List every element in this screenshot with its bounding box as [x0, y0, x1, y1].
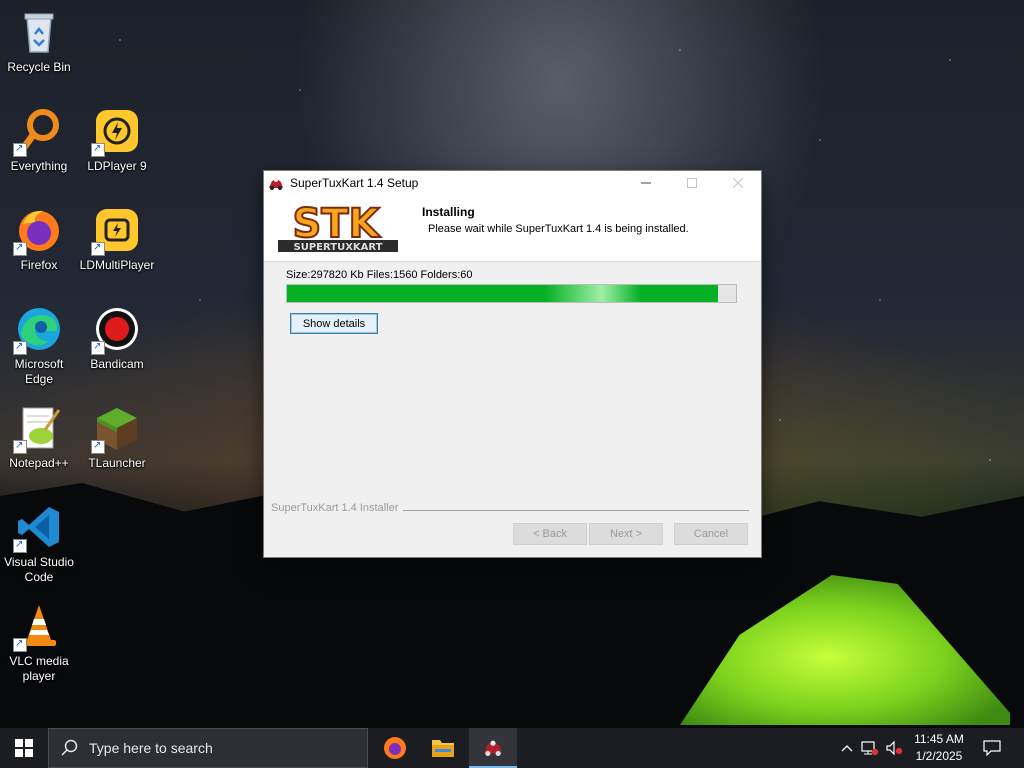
firefox-icon — [384, 737, 406, 759]
desktop-icon-label: Recycle Bin — [7, 60, 71, 74]
supertuxkart-app-icon — [269, 178, 283, 190]
maximize-icon — [687, 178, 697, 188]
network-status-button[interactable] — [859, 728, 881, 768]
install-status-text: Size:297820 Kb Files:1560 Folders:60 — [286, 269, 473, 281]
desktop-icon-vlc[interactable]: VLC media player — [0, 602, 78, 684]
desktop-icon-label: LDPlayer 9 — [87, 159, 147, 173]
firefox-icon — [13, 206, 63, 256]
maximize-button[interactable] — [669, 171, 715, 195]
desktop-icon-label: Bandicam — [90, 357, 144, 371]
clock-time: 11:45 AM — [914, 732, 964, 746]
edge-icon — [13, 305, 63, 355]
installer-window: SuperTuxKart 1.4 Setup STK SUPERTUXKART … — [263, 170, 762, 558]
notifications-button[interactable] — [978, 728, 1006, 768]
everything-magnifier-icon — [13, 107, 63, 157]
cancel-button[interactable]: Cancel — [674, 523, 748, 545]
vlc-cone-icon — [13, 602, 63, 652]
taskbar-firefox[interactable] — [371, 728, 419, 768]
progress-fill — [287, 285, 719, 302]
minimize-icon — [641, 182, 651, 184]
close-button[interactable] — [715, 171, 761, 195]
page-subtitle: Please wait while SuperTuxKart 1.4 is be… — [428, 223, 689, 235]
page-title: Installing — [422, 205, 475, 219]
ldplayer-icon — [91, 107, 141, 157]
desktop-icon-label: Notepad++ — [9, 456, 69, 470]
desktop-icon-notepadpp[interactable]: Notepad++ — [0, 404, 78, 471]
recycle-bin-icon — [15, 8, 63, 56]
search-icon — [61, 739, 78, 756]
desktop-icon-label: TLauncher — [88, 456, 146, 470]
shortcut-arrow-icon — [91, 438, 105, 454]
volume-button[interactable] — [883, 728, 905, 768]
install-progress-bar — [286, 284, 737, 303]
taskbar: Type here to search 11:45 AM 1/2/2025 — [0, 728, 1024, 768]
shortcut-arrow-icon — [13, 339, 27, 355]
tlauncher-grass-block-icon — [91, 404, 141, 454]
window-title: SuperTuxKart 1.4 Setup — [290, 176, 419, 190]
shortcut-arrow-icon — [13, 240, 27, 256]
desktop-icon-bandicam[interactable]: Bandicam — [78, 305, 156, 372]
minimize-button[interactable] — [623, 171, 669, 195]
desktop-icon-label: LDMultiPlayer — [79, 258, 155, 272]
show-hidden-icons-button[interactable] — [837, 728, 857, 768]
supertuxkart-app-icon — [484, 740, 502, 756]
vscode-icon — [13, 503, 63, 553]
folder-icon — [432, 740, 454, 757]
shortcut-arrow-icon — [91, 141, 105, 157]
desktop-icon-label: VLC media player — [9, 654, 69, 683]
back-button[interactable]: < Back — [513, 523, 587, 545]
divider — [403, 510, 749, 511]
shortcut-arrow-icon — [13, 438, 27, 454]
taskbar-search-box[interactable]: Type here to search — [48, 728, 368, 768]
shortcut-arrow-icon — [91, 240, 105, 256]
show-details-button[interactable]: Show details — [290, 313, 378, 334]
desktop-icon-vscode[interactable]: Visual Studio Code — [0, 503, 78, 585]
shortcut-arrow-icon — [91, 339, 105, 355]
desktop-icon-tlauncher[interactable]: TLauncher — [78, 404, 156, 471]
windows-logo-icon — [15, 739, 33, 757]
ldmultiplayer-icon — [91, 206, 141, 256]
notification-icon — [983, 740, 1001, 756]
taskbar-file-explorer[interactable] — [419, 728, 467, 768]
desktop-icon-label: Microsoft Edge — [14, 357, 64, 386]
title-bar[interactable]: SuperTuxKart 1.4 Setup — [264, 171, 761, 195]
shortcut-arrow-icon — [13, 537, 27, 553]
desktop-icon-edge[interactable]: Microsoft Edge — [0, 305, 78, 387]
shortcut-arrow-icon — [13, 636, 27, 652]
desktop-icon-ldmultiplayer[interactable]: LDMultiPlayer — [78, 206, 156, 273]
desktop-icon-everything[interactable]: Everything — [0, 107, 78, 174]
installer-header: STK SUPERTUXKART Installing Please wait … — [264, 195, 761, 262]
taskbar-clock[interactable]: 11:45 AM 1/2/2025 — [905, 731, 973, 765]
notepadpp-icon — [13, 404, 63, 454]
desktop-icon-recycle-bin[interactable]: Recycle Bin — [0, 8, 78, 75]
taskbar-supertuxkart-setup[interactable] — [469, 728, 517, 768]
start-button[interactable] — [0, 728, 48, 768]
close-icon — [733, 178, 743, 188]
speaker-muted-icon — [886, 740, 903, 756]
desktop-icon-ldplayer9[interactable]: LDPlayer 9 — [78, 107, 156, 174]
chevron-up-icon — [841, 745, 853, 752]
shortcut-arrow-icon — [13, 141, 27, 157]
desktop-icon-label: Visual Studio Code — [4, 555, 74, 584]
desktop-icon-firefox[interactable]: Firefox — [0, 206, 78, 273]
svg-text:SUPERTUXKART: SUPERTUXKART — [294, 242, 383, 253]
desktop-icon-label: Everything — [10, 159, 68, 173]
network-disconnected-icon — [861, 741, 879, 756]
desktop-icon-label: Firefox — [20, 258, 58, 272]
supertuxkart-logo: STK SUPERTUXKART — [270, 197, 406, 255]
next-button[interactable]: Next > — [589, 523, 663, 545]
search-placeholder: Type here to search — [89, 740, 213, 756]
installer-brand-label: SuperTuxKart 1.4 Installer — [271, 502, 399, 514]
clock-date: 1/2/2025 — [915, 749, 963, 763]
bandicam-record-icon — [91, 305, 141, 355]
